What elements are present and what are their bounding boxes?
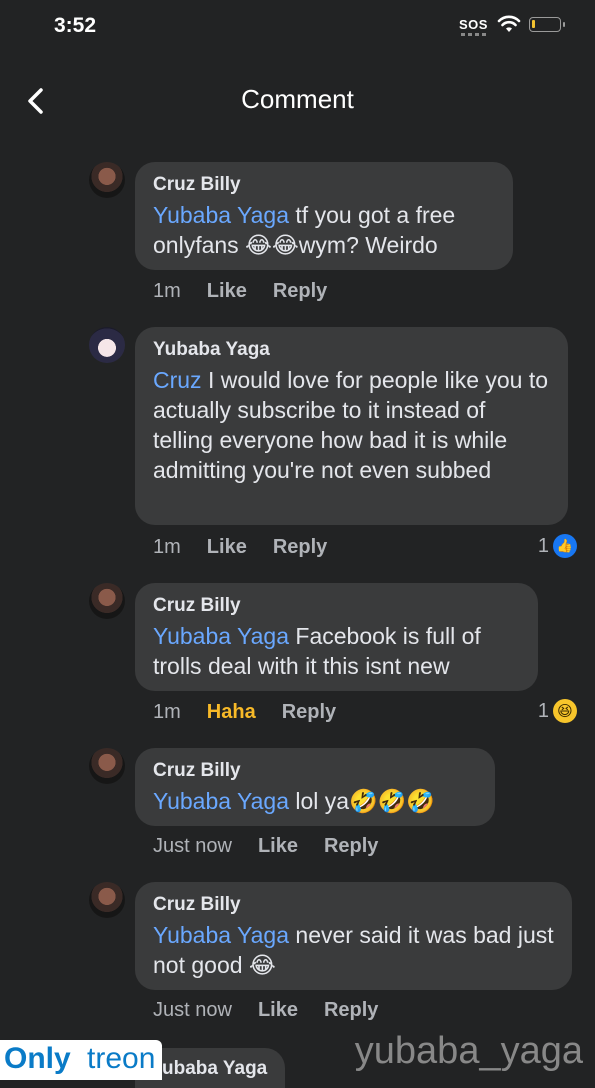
avatar[interactable] <box>89 583 125 619</box>
watermark-username: yubaba_yaga <box>354 1030 583 1072</box>
comment-author[interactable]: Cruz Billy <box>153 760 477 782</box>
comment-time: Just now <box>153 835 232 857</box>
haha-emoji-icon: 😆 <box>553 699 577 723</box>
mention-link[interactable]: Yubaba Yaga <box>153 922 289 948</box>
status-bar: 3:52 SOS <box>0 0 595 56</box>
reply-button[interactable]: Reply <box>324 835 378 858</box>
watermark-logo: Only treon <box>0 1040 162 1080</box>
comment-actions: Just now Like Reply <box>153 999 378 1022</box>
sos-indicator: SOS <box>459 17 488 32</box>
reaction-summary[interactable]: 1 😆 <box>538 699 577 723</box>
watermark-logo-text: Only <box>4 1042 71 1075</box>
comment-time: 1m <box>153 701 181 723</box>
comment-time: 1m <box>153 280 181 302</box>
comment-text: Yubaba Yaga lol ya🤣🤣🤣 <box>153 788 436 814</box>
reaction-count: 1 <box>537 699 549 722</box>
mention-link[interactable]: Yubaba Yaga <box>153 623 289 649</box>
status-time: 3:52 <box>54 14 97 37</box>
wifi-icon <box>497 15 521 32</box>
comment-author-partial: ubaba Yaga <box>162 1058 268 1079</box>
thumbs-up-icon: 👍 <box>553 534 577 558</box>
page-title: Comment <box>241 84 354 114</box>
reaction-summary[interactable]: 1 👍 <box>538 534 577 558</box>
comment-text: Yubaba Yaga Facebook is full of trolls d… <box>153 623 481 679</box>
comment-actions: Just now Like Reply <box>153 835 378 858</box>
comment-text: Yubaba Yaga never said it was bad just n… <box>153 922 554 978</box>
reply-button[interactable]: Reply <box>273 280 327 303</box>
like-button[interactable]: Like <box>207 536 247 559</box>
like-button[interactable]: Like <box>258 835 298 858</box>
comment-text: Yubaba Yaga tf you got a free onlyfans 😂… <box>153 202 456 258</box>
comment-author[interactable]: Cruz Billy <box>153 894 554 916</box>
header: Comment <box>0 72 595 128</box>
battery-icon <box>529 17 565 32</box>
avatar[interactable] <box>89 748 125 784</box>
avatar[interactable] <box>89 882 125 918</box>
comment-bubble[interactable]: Cruz Billy Yubaba Yaga never said it was… <box>135 882 572 990</box>
comment-author[interactable]: Yubaba Yaga <box>153 339 550 361</box>
mention-link[interactable]: Yubaba Yaga <box>153 788 289 814</box>
comment-time: 1m <box>153 536 181 558</box>
avatar[interactable] <box>89 162 125 198</box>
comment-bubble[interactable]: Yubaba Yaga Cruz I would love for people… <box>135 327 568 525</box>
reply-button[interactable]: Reply <box>273 536 327 559</box>
comment-actions: 1m Haha Reply <box>153 701 336 724</box>
comment-bubble[interactable]: Cruz Billy Yubaba Yaga lol ya🤣🤣🤣 <box>135 748 495 826</box>
signal-dots <box>461 33 489 36</box>
reply-button[interactable]: Reply <box>324 999 378 1022</box>
avatar[interactable] <box>89 327 125 363</box>
like-button[interactable]: Like <box>258 999 298 1022</box>
comment-time: Just now <box>153 999 232 1021</box>
reply-button[interactable]: Reply <box>282 701 336 724</box>
comment-bubble[interactable]: Cruz Billy Yubaba Yaga Facebook is full … <box>135 583 538 691</box>
comment-actions: 1m Like Reply <box>153 280 327 303</box>
comment-author[interactable]: Cruz Billy <box>153 595 520 617</box>
comment-actions: 1m Like Reply <box>153 536 327 559</box>
haha-button[interactable]: Haha <box>207 701 256 724</box>
mention-link[interactable]: Cruz <box>153 367 202 393</box>
mention-link[interactable]: Yubaba Yaga <box>153 202 289 228</box>
comment-author[interactable]: Cruz Billy <box>153 174 495 196</box>
comment-bubble[interactable]: Cruz Billy Yubaba Yaga tf you got a free… <box>135 162 513 270</box>
reaction-count: 1 <box>537 534 549 557</box>
like-button[interactable]: Like <box>207 280 247 303</box>
watermark-logo-text-2: treon <box>87 1042 156 1075</box>
comment-text: Cruz I would love for people like you to… <box>153 367 549 483</box>
